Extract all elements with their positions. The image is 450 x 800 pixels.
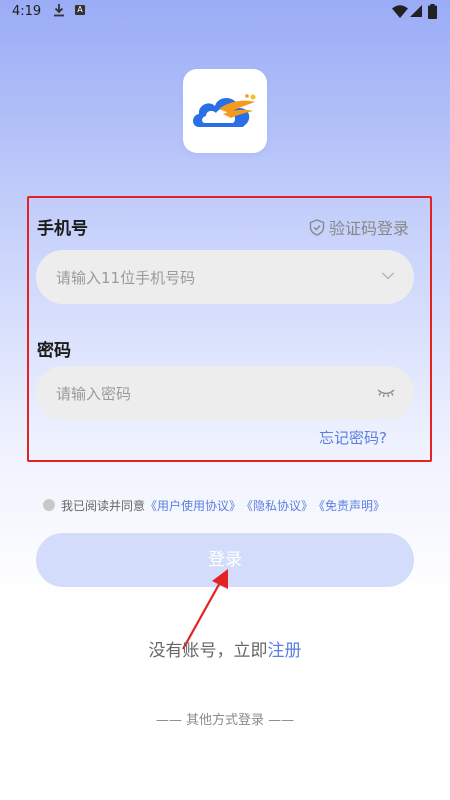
battery-icon: [428, 4, 437, 19]
signal-icon: [410, 5, 422, 17]
other-login-divider: —— 其他方式登录 ——: [155, 713, 295, 728]
register-row: 没有账号，立即注册: [0, 636, 450, 661]
agreement-prefix: 我已阅读并同意: [61, 498, 146, 513]
phone-input-box[interactable]: [36, 250, 414, 306]
chevron-down-icon[interactable]: [381, 271, 395, 281]
wifi-icon: [392, 5, 408, 18]
shield-check-icon: [309, 218, 325, 236]
a-badge-icon: A: [75, 5, 85, 15]
password-label: 密码: [37, 341, 71, 361]
password-input[interactable]: [54, 366, 358, 422]
download-icon: [54, 4, 64, 17]
forgot-password-link[interactable]: 忘记密码?: [319, 427, 387, 448]
phone-label: 手机号: [37, 219, 88, 239]
app-logo: [183, 69, 267, 153]
agreement-row: 我已阅读并同意 《用户使用协议》 《隐私协议》 《免责声明》: [43, 497, 385, 513]
status-bar: 4:19 A: [0, 0, 450, 26]
sms-login-link[interactable]: 验证码登录: [309, 216, 409, 238]
eye-closed-icon[interactable]: [376, 385, 396, 399]
cloud-logo-icon: [193, 94, 256, 127]
register-prefix: 没有账号，立即: [148, 641, 268, 661]
disclaimer-link[interactable]: 《免责声明》: [313, 497, 385, 514]
password-input-box[interactable]: [36, 366, 414, 422]
phone-input[interactable]: [54, 250, 358, 306]
agreement-checkbox[interactable]: [43, 499, 55, 511]
register-link[interactable]: 注册: [268, 641, 302, 661]
status-time: 4:19: [12, 4, 42, 19]
privacy-policy-link[interactable]: 《隐私协议》: [241, 497, 313, 514]
user-agreement-link[interactable]: 《用户使用协议》: [145, 497, 241, 514]
sms-login-label: 验证码登录: [329, 219, 410, 238]
